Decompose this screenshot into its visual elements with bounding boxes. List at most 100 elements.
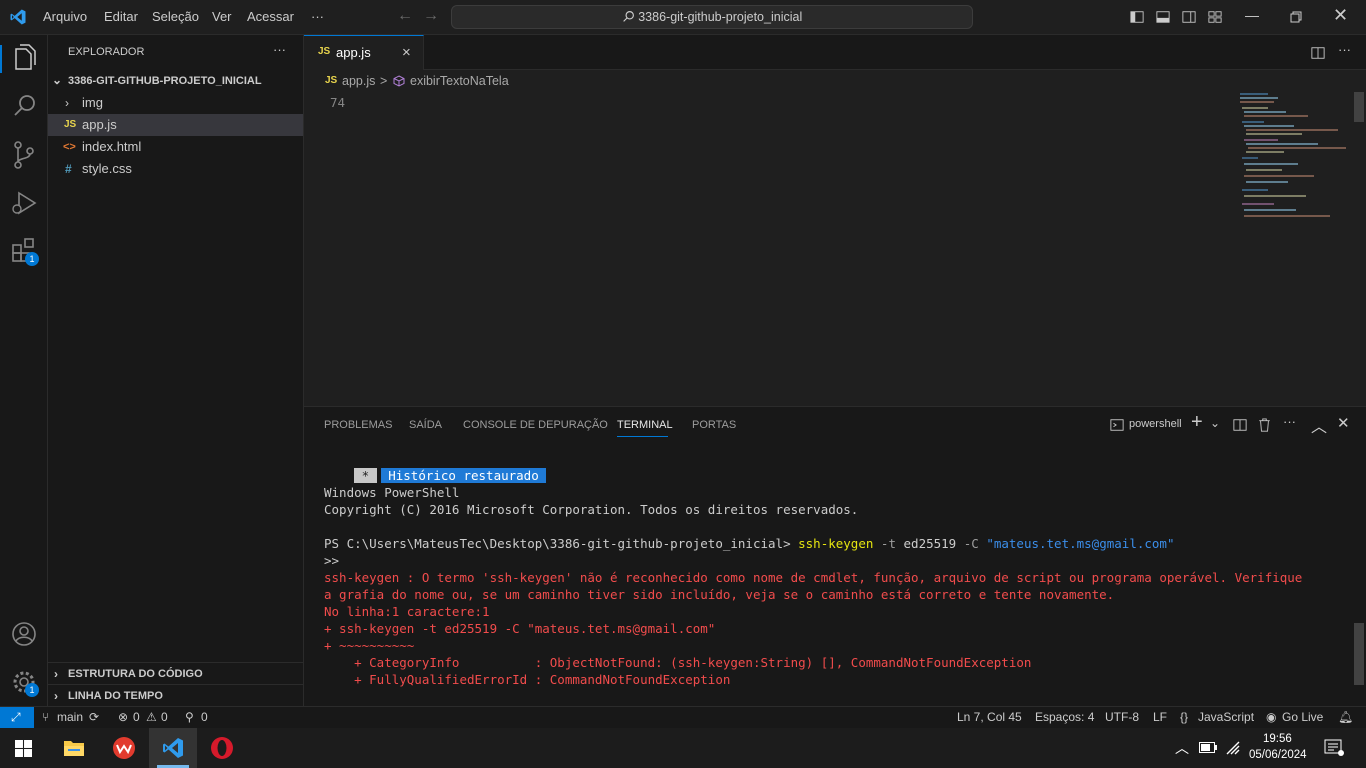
menu-arquivo[interactable]: Arquivo bbox=[43, 9, 87, 24]
editor-scrollbar[interactable] bbox=[1354, 92, 1364, 122]
tree-item-appjs[interactable]: JS app.js bbox=[48, 114, 303, 136]
branch-name[interactable]: main bbox=[57, 707, 83, 728]
tab-label: app.js bbox=[336, 45, 371, 60]
toggle-sidebar-icon[interactable] bbox=[1130, 10, 1144, 24]
menu-editar[interactable]: Editar bbox=[104, 9, 138, 24]
panel-more-icon[interactable]: ··· bbox=[1283, 414, 1296, 429]
tree-item-label: img bbox=[82, 95, 103, 110]
errors-count: 0 bbox=[133, 710, 140, 724]
split-editor-icon[interactable] bbox=[1311, 46, 1325, 60]
restore-icon[interactable] bbox=[1290, 11, 1302, 23]
sidebar-more-button[interactable]: ··· bbox=[273, 42, 286, 57]
tree-item-label: index.html bbox=[82, 139, 142, 154]
windows-start-icon[interactable] bbox=[15, 740, 32, 757]
method-cube-icon bbox=[393, 75, 405, 87]
breadcrumb-symbol[interactable]: exibirTextoNaTela bbox=[410, 70, 509, 92]
timeline-section[interactable]: › LINHA DO TEMPO bbox=[48, 684, 303, 706]
outline-section[interactable]: › ESTRUTURA DO CÓDIGO bbox=[48, 662, 303, 684]
tree-item-img[interactable]: › img bbox=[48, 92, 303, 114]
restored-star: * bbox=[354, 468, 377, 483]
language-mode[interactable]: JavaScript bbox=[1198, 707, 1254, 728]
restored-text: Histórico restaurado bbox=[380, 468, 547, 483]
sync-icon[interactable]: ⟳ bbox=[89, 707, 99, 728]
error-line: + FullyQualifiedErrorId : CommandNotFoun… bbox=[324, 672, 731, 687]
editor-more-icon[interactable]: ··· bbox=[1338, 42, 1351, 57]
toggle-panel-icon[interactable] bbox=[1156, 10, 1170, 24]
wps-office-icon[interactable] bbox=[112, 736, 136, 760]
outline-label: ESTRUTURA DO CÓDIGO bbox=[68, 668, 203, 680]
vscode-taskbar-button[interactable] bbox=[149, 728, 197, 768]
command-center[interactable]: 3386-git-github-projeto_inicial bbox=[451, 5, 973, 29]
explorer-icon[interactable] bbox=[0, 35, 48, 83]
breadcrumb: JS app.js > exibirTextoNaTela bbox=[304, 70, 1366, 92]
search-icon[interactable] bbox=[0, 83, 48, 131]
remote-button[interactable]: ⤢ bbox=[0, 707, 34, 728]
file-explorer-icon[interactable] bbox=[63, 738, 85, 758]
taskbar: ︿ 19:56 05/06/2024 bbox=[0, 728, 1366, 768]
account-icon[interactable] bbox=[0, 610, 48, 658]
tab-problemas[interactable]: PROBLEMAS bbox=[324, 419, 392, 431]
tab-appjs[interactable]: JS app.js × bbox=[304, 35, 424, 70]
wifi-icon[interactable] bbox=[1225, 740, 1241, 756]
tray-chevron-up-icon[interactable]: ︿ bbox=[1175, 738, 1189, 758]
panel: PROBLEMAS SAÍDA CONSOLE DE DEPURAÇÃO TER… bbox=[304, 406, 1366, 706]
ports-count: 0 bbox=[201, 710, 208, 724]
error-icon[interactable]: ⊗ bbox=[118, 707, 128, 728]
battery-icon[interactable] bbox=[1199, 742, 1217, 753]
settings-gear-icon[interactable] bbox=[0, 658, 48, 706]
extensions-icon[interactable] bbox=[0, 227, 48, 275]
notifications-bell-icon[interactable]: 🔔︎ bbox=[1338, 707, 1353, 728]
new-terminal-icon[interactable]: + bbox=[1191, 411, 1203, 434]
warning-icon: ⚠ bbox=[146, 710, 157, 724]
back-arrow-icon[interactable]: ← bbox=[397, 7, 413, 25]
menu-ver[interactable]: Ver bbox=[212, 9, 232, 24]
html-file-icon: <> bbox=[63, 141, 76, 153]
settings-badge: 1 bbox=[25, 683, 39, 697]
tab-console-depuracao[interactable]: CONSOLE DE DEPURAÇÃO bbox=[463, 419, 608, 431]
opera-icon[interactable] bbox=[210, 736, 234, 760]
js-file-icon: JS bbox=[325, 75, 338, 86]
menu-acessar[interactable]: Acessar bbox=[247, 9, 294, 24]
error-line: + CategoryInfo : ObjectNotFound: (ssh-ke… bbox=[324, 655, 1032, 670]
tree-item-stylecss[interactable]: # style.css bbox=[48, 158, 303, 180]
eol[interactable]: LF bbox=[1153, 707, 1167, 728]
vscode-logo-icon[interactable] bbox=[9, 8, 27, 26]
source-control-icon[interactable] bbox=[0, 131, 48, 179]
indentation[interactable]: Espaços: 4 bbox=[1035, 707, 1094, 728]
menu-more[interactable]: ··· bbox=[311, 9, 324, 24]
trash-icon[interactable] bbox=[1258, 418, 1271, 432]
tab-terminal[interactable]: TERMINAL bbox=[617, 419, 673, 431]
menu-selecao[interactable]: Seleção bbox=[152, 9, 199, 24]
cursor-position[interactable]: Ln 7, Col 45 bbox=[957, 707, 1022, 728]
go-live-button[interactable]: Go Live bbox=[1282, 707, 1323, 728]
tree-item-label: style.css bbox=[82, 161, 132, 176]
toggle-secondary-sidebar-icon[interactable] bbox=[1182, 10, 1196, 24]
minimize-icon[interactable]: — bbox=[1245, 7, 1259, 23]
ports-icon[interactable]: ⚲ bbox=[185, 707, 194, 728]
editor-area[interactable]: 74 bbox=[304, 92, 1366, 406]
notification-center-icon[interactable] bbox=[1324, 739, 1344, 757]
close-panel-icon[interactable]: ✕ bbox=[1337, 414, 1350, 432]
tab-portas[interactable]: PORTAS bbox=[692, 419, 736, 431]
minimap[interactable] bbox=[1238, 92, 1350, 224]
close-window-icon[interactable]: ✕ bbox=[1333, 5, 1348, 26]
chevron-down-icon[interactable]: ⌄ bbox=[1210, 416, 1220, 430]
shell-name[interactable]: powershell bbox=[1129, 418, 1182, 430]
customize-layout-icon[interactable] bbox=[1208, 10, 1222, 24]
encoding[interactable]: UTF-8 bbox=[1105, 707, 1139, 728]
clock-time[interactable]: 19:56 bbox=[1263, 733, 1292, 745]
forward-arrow-icon[interactable]: → bbox=[423, 7, 439, 25]
tree-item-indexhtml[interactable]: <> index.html bbox=[48, 136, 303, 158]
tab-saida[interactable]: SAÍDA bbox=[409, 419, 442, 431]
split-terminal-icon[interactable] bbox=[1233, 418, 1247, 432]
folder-root[interactable]: ⌄ 3386-GIT-GITHUB-PROJETO_INICIAL bbox=[48, 70, 303, 92]
title-bar: Arquivo Editar Seleção Ver Acessar ··· ←… bbox=[0, 0, 1366, 35]
braces-icon: {} bbox=[1180, 710, 1189, 724]
maximize-panel-icon[interactable]: ︿ bbox=[1311, 413, 1327, 437]
breadcrumb-file[interactable]: app.js bbox=[342, 70, 375, 92]
clock-date[interactable]: 05/06/2024 bbox=[1249, 749, 1307, 761]
terminal-scrollbar[interactable] bbox=[1354, 623, 1364, 685]
run-debug-icon[interactable] bbox=[0, 179, 48, 227]
close-tab-icon[interactable]: × bbox=[402, 44, 411, 61]
command: ssh-keygen bbox=[798, 536, 874, 551]
